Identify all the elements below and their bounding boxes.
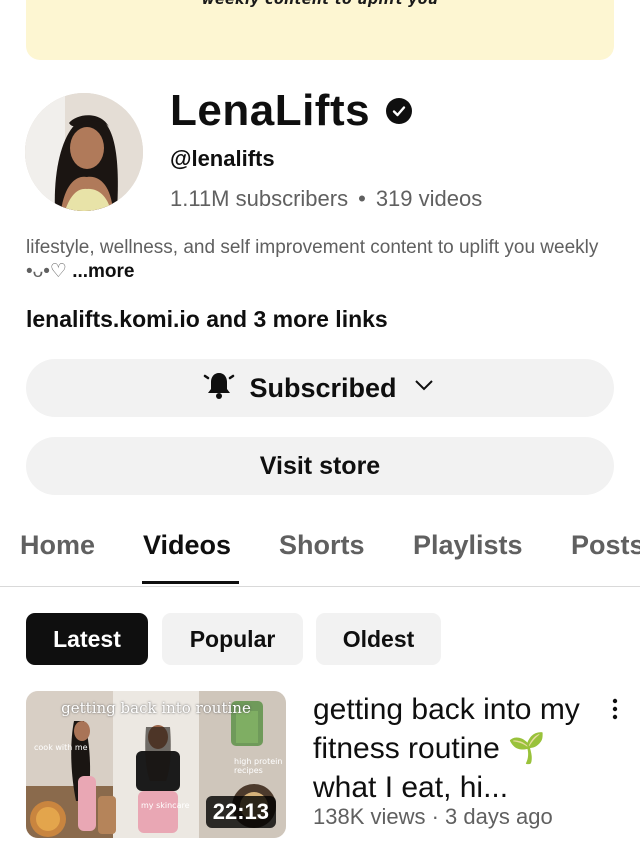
- description-more-link[interactable]: ...more: [72, 261, 134, 282]
- avatar-image: [25, 93, 143, 211]
- verified-badge-icon: [386, 98, 413, 124]
- tab-playlists[interactable]: Playlists: [413, 530, 523, 561]
- thumbnail-caption-left: cook with me: [34, 743, 88, 752]
- chevron-down-icon: [411, 372, 437, 405]
- video-title[interactable]: getting back into my fitness routine 🌱 w…: [313, 690, 603, 807]
- channel-stats: 1.11M subscribers • 319 videos: [170, 186, 482, 212]
- bell-icon: [203, 369, 235, 408]
- channel-links[interactable]: lenalifts.komi.io and 3 more links: [26, 306, 388, 333]
- filter-chip-popular[interactable]: Popular: [162, 613, 303, 665]
- channel-banner: weekly content to uplift you: [26, 0, 614, 60]
- thumbnail-title: getting back into routine: [61, 699, 251, 717]
- avatar[interactable]: [25, 93, 143, 211]
- thumbnail-caption-right: high protein recipes: [234, 757, 283, 775]
- video-duration: 22:13: [205, 796, 276, 828]
- filter-chip-latest[interactable]: Latest: [26, 613, 148, 665]
- video-thumbnail[interactable]: getting back into routine cook with me m…: [26, 691, 286, 838]
- filter-chip-oldest[interactable]: Oldest: [316, 613, 441, 665]
- visit-store-button[interactable]: Visit store: [26, 437, 614, 495]
- tab-posts[interactable]: Posts: [571, 530, 640, 561]
- channel-description[interactable]: lifestyle, wellness, and self improvemen…: [26, 236, 616, 284]
- tab-home[interactable]: Home: [20, 530, 95, 561]
- banner-text: weekly content to uplift you: [201, 0, 439, 8]
- video-count: 319 videos: [375, 186, 483, 211]
- stats-separator: •: [358, 186, 366, 211]
- channel-name: LenaLifts: [170, 86, 413, 136]
- channel-handle: @lenalifts: [170, 146, 275, 171]
- thumbnail-caption-mid: my skincare: [141, 801, 190, 810]
- more-options-icon[interactable]: [605, 696, 625, 722]
- subscribed-label: Subscribed: [249, 372, 397, 403]
- video-meta: 138K views · 3 days ago: [313, 804, 553, 829]
- channel-name-text: LenaLifts: [170, 86, 371, 135]
- subscribed-button[interactable]: Subscribed: [26, 359, 614, 417]
- active-tab-indicator: [142, 581, 239, 584]
- tab-shorts[interactable]: Shorts: [279, 530, 365, 561]
- channel-tabs: Home Videos Shorts Playlists Posts: [0, 520, 640, 587]
- tab-videos[interactable]: Videos: [143, 530, 231, 561]
- subscriber-count: 1.11M subscribers: [170, 186, 349, 211]
